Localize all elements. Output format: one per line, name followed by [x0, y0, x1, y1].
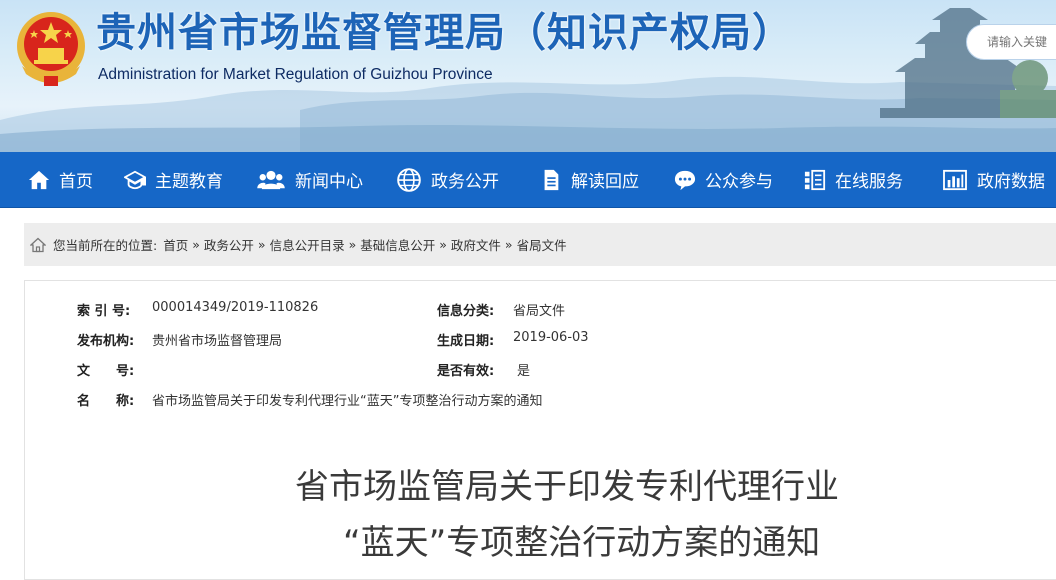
breadcrumb-item-info-catalog[interactable]: 信息公开目录 — [270, 235, 345, 254]
home-icon — [28, 170, 50, 189]
valid-label: 是否有效: — [437, 364, 495, 379]
document-panel: 索 引 号: 000014349/2019-110826 信息分类: 省局文件 … — [24, 280, 1056, 580]
breadcrumb-separator: » — [192, 237, 200, 252]
nav-label: 政府数据 — [977, 172, 1045, 192]
nav-item-home[interactable]: 首页 — [28, 152, 93, 207]
bar-chart-icon — [943, 169, 967, 190]
valid-value: 是 — [517, 364, 531, 379]
header-banner: 贵州省市场监督管理局（知识产权局） Administration for Mar… — [0, 0, 1056, 152]
breadcrumb-item-bureau-docs[interactable]: 省局文件 — [517, 235, 567, 254]
nav-label: 解读回应 — [571, 172, 639, 192]
list-icon — [804, 169, 826, 190]
nav-item-public-participation[interactable]: 公众参与 — [674, 152, 773, 207]
name-label: 名 称: — [77, 394, 135, 409]
home-outline-icon — [30, 237, 46, 252]
document-icon — [544, 169, 559, 190]
users-icon — [257, 170, 285, 189]
nav-label: 在线服务 — [835, 172, 903, 192]
article-title-line1: 省市场监管局关于印发专利代理行业 — [295, 467, 839, 507]
breadcrumb-separator: » — [348, 237, 357, 252]
category-value: 省局文件 — [513, 304, 566, 319]
site-title: 贵州省市场监督管理局（知识产权局） — [96, 10, 793, 56]
article-title-line2: “蓝天”专项整治行动方案的通知 — [343, 523, 821, 563]
index-value: 000014349/2019-110826 — [152, 300, 319, 315]
nav-item-online-service[interactable]: 在线服务 — [804, 152, 903, 207]
breadcrumb-separator: » — [504, 237, 513, 252]
breadcrumb-item-home[interactable]: 首页 — [163, 235, 188, 254]
nav-item-interpretation[interactable]: 解读回应 — [540, 152, 639, 207]
nav-label: 政务公开 — [431, 172, 499, 192]
breadcrumb-separator: » — [439, 237, 447, 252]
breadcrumb: 您当前所在的位置: 首页 » 政务公开 » 信息公开目录 » 基础信息公开 » … — [24, 223, 1056, 266]
category-label: 信息分类: — [437, 304, 495, 319]
nav-label: 新闻中心 — [295, 172, 363, 192]
nav-item-government-affairs[interactable]: 政务公开 — [396, 152, 499, 207]
nav-label: 公众参与 — [705, 172, 773, 192]
publisher-value: 贵州省市场监督管理局 — [152, 334, 283, 349]
globe-icon — [397, 167, 421, 192]
nav-item-theme-education[interactable]: 主题教育 — [124, 152, 223, 207]
index-label: 索 引 号: — [77, 304, 131, 319]
site-subtitle: Administration for Market Regulation of … — [98, 66, 493, 83]
chat-bubble-icon — [674, 170, 696, 190]
breadcrumb-prefix: 您当前所在的位置: — [53, 238, 158, 253]
nav-label: 主题教育 — [155, 172, 223, 192]
publisher-label: 发布机构: — [77, 334, 135, 349]
breadcrumb-item-government-docs[interactable]: 政府文件 — [451, 235, 501, 254]
nav-item-news-center[interactable]: 新闻中心 — [256, 152, 363, 207]
search-input[interactable] — [987, 35, 1056, 49]
nav-label: 首页 — [59, 172, 93, 192]
date-label: 生成日期: — [437, 334, 495, 349]
nav-item-government-data[interactable]: 政府数据 — [942, 152, 1045, 207]
date-value: 2019-06-03 — [513, 330, 589, 345]
breadcrumb-separator: » — [257, 237, 266, 252]
graduation-cap-icon — [124, 170, 146, 189]
docno-label: 文 号: — [77, 364, 135, 379]
breadcrumb-item-basic-info[interactable]: 基础信息公开 — [360, 235, 435, 254]
breadcrumb-item-government-affairs[interactable]: 政务公开 — [204, 235, 254, 254]
main-nav: 首页 主题教育 新闻中心 政务公开 解读回应 公众参与 在线服务 政府数据 — [0, 152, 1056, 208]
search-box[interactable] — [966, 24, 1056, 60]
national-emblem-icon — [17, 12, 85, 86]
name-value: 省市场监管局关于印发专利代理行业“蓝天”专项整治行动方案的通知 — [152, 394, 543, 409]
